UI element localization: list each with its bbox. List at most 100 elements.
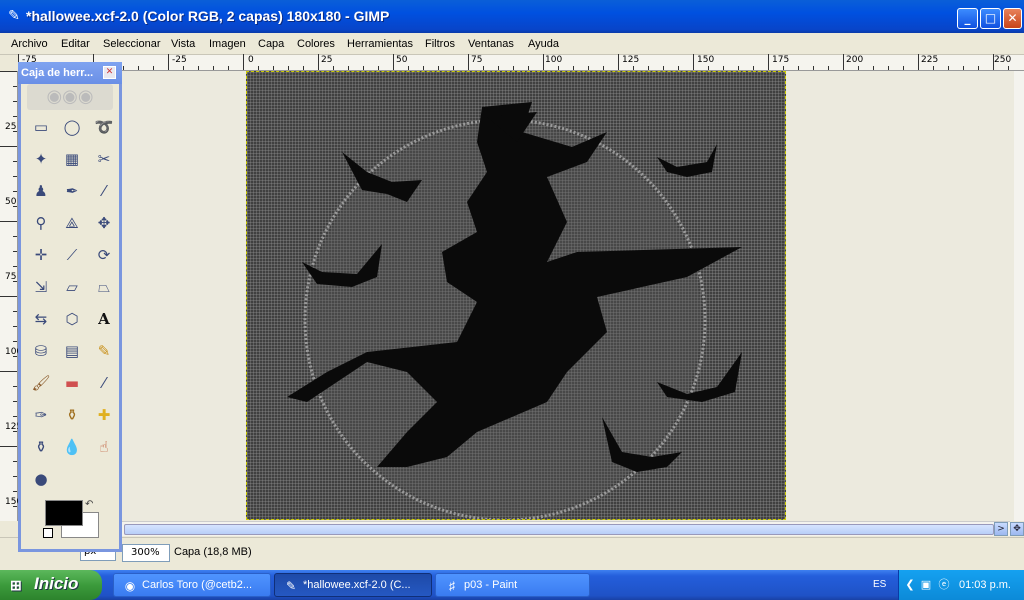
- network-icon[interactable]: ▣: [919, 578, 933, 592]
- menu-colores[interactable]: Colores: [297, 38, 335, 50]
- perspective-icon[interactable]: ⏢: [93, 276, 115, 298]
- ruler-tick: [228, 66, 229, 70]
- scissors-icon[interactable]: ✂: [93, 148, 115, 170]
- ruler-tick: [13, 266, 17, 267]
- menu-ayuda[interactable]: Ayuda: [528, 38, 559, 50]
- ruler-tick: [543, 54, 544, 70]
- foreground-color[interactable]: [45, 500, 83, 526]
- ruler-label: 125: [622, 55, 640, 65]
- ruler-tick: [738, 66, 739, 70]
- gimp-icon[interactable]: ✎: [6, 8, 22, 24]
- language-indicator[interactable]: ES: [873, 579, 886, 590]
- toolbox-close-button[interactable]: ✕: [103, 66, 116, 79]
- menu-archivo[interactable]: Archivo: [11, 38, 48, 50]
- ruler-tick: [1008, 66, 1009, 70]
- foreground-select-icon[interactable]: ♟: [30, 180, 52, 202]
- horizontal-scrollbar[interactable]: [122, 521, 1010, 536]
- paths-icon[interactable]: ✒: [61, 180, 83, 202]
- ruler-tick: [483, 66, 484, 70]
- ruler-tick: [558, 66, 559, 70]
- vertical-scrollbar[interactable]: [1014, 71, 1024, 521]
- flip-icon[interactable]: ⇆: [30, 308, 52, 330]
- scale-icon[interactable]: ⇲: [30, 276, 52, 298]
- ruler-tick: [13, 101, 17, 102]
- text-icon[interactable]: A: [93, 308, 115, 330]
- crop-icon[interactable]: ⟋: [61, 244, 83, 266]
- paint-icon: ♯: [449, 579, 455, 593]
- show-hidden-icons-icon[interactable]: ❮: [903, 578, 917, 592]
- fuzzy-select-icon[interactable]: ✦: [30, 148, 52, 170]
- image-canvas[interactable]: [246, 71, 786, 520]
- ruler-label: 125: [5, 422, 23, 432]
- zoom-icon[interactable]: ⚲: [30, 212, 52, 234]
- menu-imagen[interactable]: Imagen: [209, 38, 246, 50]
- layer-info: Capa (18,8 MB): [174, 546, 252, 558]
- ruler-label: 200: [846, 55, 864, 65]
- taskbar-item-paint[interactable]: ♯ p03 - Paint: [435, 573, 590, 597]
- ruler-tick: [513, 66, 514, 70]
- ruler-tick: [13, 311, 17, 312]
- color-picker-icon[interactable]: ⁄: [93, 180, 115, 202]
- airbrush-icon[interactable]: ⁄: [93, 372, 115, 394]
- ruler-tick: [783, 66, 784, 70]
- align-icon[interactable]: ✛: [30, 244, 52, 266]
- menu-herramientas[interactable]: Herramientas: [347, 38, 413, 50]
- rect-select-icon[interactable]: ▭: [30, 116, 52, 138]
- ruler-tick: [13, 86, 17, 87]
- ruler-tick: [13, 341, 17, 342]
- minimize-button[interactable]: _: [957, 8, 978, 29]
- dodge-burn-icon[interactable]: ●: [30, 468, 52, 490]
- menu-vista[interactable]: Vista: [171, 38, 195, 50]
- menu-seleccionar[interactable]: Seleccionar: [103, 38, 160, 50]
- menu-filtros[interactable]: Filtros: [425, 38, 455, 50]
- maximize-button[interactable]: □: [980, 8, 1001, 29]
- blur-icon[interactable]: 💧: [61, 436, 83, 458]
- ellipse-select-icon[interactable]: ◯: [61, 116, 83, 138]
- menu-ventanas[interactable]: Ventanas: [468, 38, 514, 50]
- ruler-tick: [13, 326, 17, 327]
- task-label: *hallowee.xcf-2.0 (C...: [303, 579, 411, 591]
- smudge-icon[interactable]: ☝: [93, 436, 115, 458]
- menu-editar[interactable]: Editar: [61, 38, 90, 50]
- horizontal-ruler[interactable]: -75 -25 0 25 50 75 100 125 150 175 200 2…: [18, 54, 1024, 71]
- vertical-ruler[interactable]: 25 50 75 100 125 150: [0, 71, 23, 521]
- taskbar-item-gimp[interactable]: ✎ *hallowee.xcf-2.0 (C...: [274, 573, 432, 597]
- paintbrush-icon[interactable]: 🖌: [30, 372, 52, 394]
- clone-icon[interactable]: ⚱: [61, 404, 83, 426]
- shear-icon[interactable]: ▱: [61, 276, 83, 298]
- reset-colors-icon[interactable]: [43, 528, 53, 538]
- ruler-tick: [153, 66, 154, 70]
- pencil-icon[interactable]: ✎: [93, 340, 115, 362]
- taskbar-item-firefox[interactable]: ◉ Carlos Toro (@cetb2...: [113, 573, 271, 597]
- ruler-tick: [13, 416, 17, 417]
- scroll-right-button[interactable]: >: [994, 522, 1008, 536]
- move-icon[interactable]: ✥: [93, 212, 115, 234]
- bucket-fill-icon[interactable]: ⛁: [30, 340, 52, 362]
- scroll-thumb[interactable]: [124, 524, 994, 535]
- heal-icon[interactable]: ✚: [93, 404, 115, 426]
- toolbox-window[interactable]: Caja de herr... ✕ ◉◉◉ ▭ ◯ ➰ ✦ ▦ ✂ ♟ ✒ ⁄ …: [18, 62, 122, 552]
- swap-colors-icon[interactable]: ↶: [85, 499, 93, 510]
- measure-icon[interactable]: ⟁: [61, 212, 83, 234]
- clock[interactable]: 01:03 p.m.: [959, 579, 1011, 591]
- zoom-select[interactable]: 300%: [122, 544, 170, 562]
- lasso-icon[interactable]: ➰: [93, 116, 115, 138]
- ruler-tick: [843, 54, 844, 70]
- eraser-icon[interactable]: ▬: [61, 372, 83, 394]
- menu-bar: Archivo Editar Seleccionar Vista Imagen …: [0, 33, 1024, 55]
- e-icon[interactable]: ⓔ: [937, 578, 951, 592]
- ruler-tick: [13, 281, 17, 282]
- close-button[interactable]: ✕: [1003, 8, 1022, 29]
- ruler-tick: [723, 66, 724, 70]
- perspective-clone-icon[interactable]: ⚱: [30, 436, 52, 458]
- rotate-icon[interactable]: ⟳: [93, 244, 115, 266]
- navigate-icon[interactable]: ✥: [1010, 522, 1024, 536]
- ruler-label: 150: [697, 55, 715, 65]
- cage-icon[interactable]: ⬡: [61, 308, 83, 330]
- gimp-icon: ✎: [285, 579, 297, 593]
- gradient-icon[interactable]: ▤: [61, 340, 83, 362]
- color-select-icon[interactable]: ▦: [61, 148, 83, 170]
- start-button[interactable]: ⊞ Inicio: [0, 570, 102, 600]
- ink-icon[interactable]: ✑: [30, 404, 52, 426]
- menu-capa[interactable]: Capa: [258, 38, 284, 50]
